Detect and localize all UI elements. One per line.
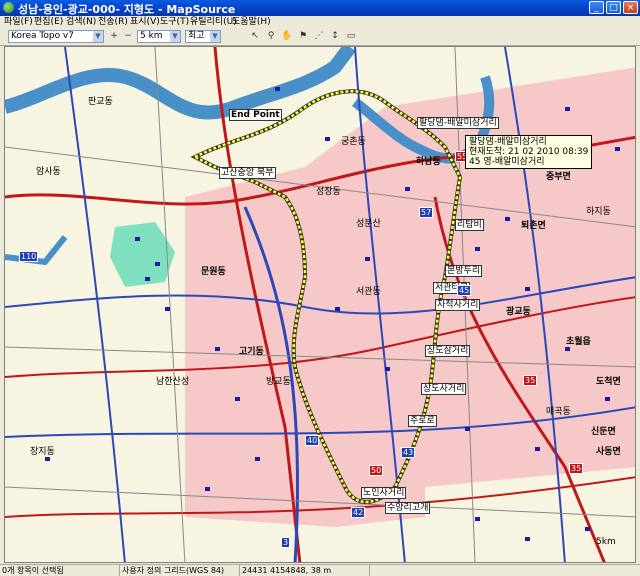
hand-tool-icon[interactable]: ✋ <box>281 30 293 43</box>
scale-value: 5 km <box>140 31 163 41</box>
place-label: 궁촌동 <box>341 137 366 147</box>
menu-help[interactable]: 도움말(H) <box>232 16 271 29</box>
place-label: 성분산 <box>356 219 381 229</box>
end-point-label[interactable]: End Point <box>229 109 282 121</box>
chevron-down-icon: ▼ <box>210 31 220 42</box>
route-label-suyang[interactable]: 수양리고개 <box>385 502 431 514</box>
map-view[interactable]: 팔당댐-배알미삼거리 고산중앙 북부 리탐비 본방두리 서관터교 자적사거리 상… <box>4 46 636 563</box>
place-label: 사동면 <box>596 447 621 457</box>
waypoint-tooltip: 팔당댐-배알미삼거리 현재도착: 21 02 2010 08:39 45 영-배… <box>465 135 593 169</box>
road-shield: 50 <box>369 465 384 476</box>
minimize-button[interactable]: _ <box>589 1 604 14</box>
place-label: 고기동 <box>239 347 264 357</box>
menu-edit[interactable]: 편집(E) <box>34 16 63 29</box>
mapsource-app-icon[interactable] <box>3 2 14 13</box>
label-tool-icon[interactable]: ▭ <box>345 30 357 43</box>
select-tool-icon[interactable]: ↖ <box>249 30 261 43</box>
menu-tools[interactable]: 도구(T) <box>160 16 189 29</box>
status-selection: 0개 항목이 선택됨 <box>0 565 120 576</box>
road-shield: 35 <box>569 463 584 474</box>
place-label: 판교동 <box>88 97 113 107</box>
place-label: 방교동 <box>266 377 291 387</box>
place-label: 장지동 <box>30 447 55 457</box>
route-label-paldang[interactable]: 팔당댐-배알미삼거리 <box>417 117 499 129</box>
maximize-button[interactable]: □ <box>606 1 621 14</box>
close-button[interactable]: × <box>623 1 638 14</box>
route-label-gosan[interactable]: 고산중앙 북부 <box>219 167 276 179</box>
place-label: 중부면 <box>546 172 571 182</box>
status-extra <box>370 565 640 576</box>
detail-value: 최고 <box>188 31 205 41</box>
toolbar: Korea Topo v7 ▼ + − 5 km ▼ 최고 ▼ ↖ ⚲ ✋ ⚑ … <box>0 29 640 46</box>
status-coords: 24431 4154848, 38 m <box>240 565 370 576</box>
road-shield: 3 <box>281 537 291 548</box>
route-label-sangdo-4[interactable]: 상도사거리 <box>421 383 467 395</box>
menu-bar: 파일(F) 편집(E) 검색(N) 전송(R) 표시(V) 도구(T) 유틸리티… <box>0 16 640 30</box>
route-label-noin[interactable]: 노인사거리 <box>361 487 407 499</box>
menu-utilities[interactable]: 유틸리티(U) <box>190 16 237 29</box>
map-product-value: Korea Topo v7 <box>11 31 74 41</box>
road-shield: 110 <box>19 251 39 262</box>
tooltip-line: 현재도착: 21 02 2010 08:39 <box>469 147 589 157</box>
chevron-down-icon: ▼ <box>93 31 103 42</box>
status-grid: 사용자 정의 그리드(WGS 84) <box>120 565 240 576</box>
place-label: 도척면 <box>596 377 621 387</box>
place-label: 문원동 <box>201 267 226 277</box>
route-label-bonbang[interactable]: 본방두리 <box>445 265 483 277</box>
road-shield: 42 <box>351 507 366 518</box>
place-label: 매곡동 <box>546 407 571 417</box>
place-label: 암사동 <box>36 167 61 177</box>
distance-tool-icon[interactable]: ↕ <box>329 30 341 43</box>
route-label-ritambi[interactable]: 리탐비 <box>455 219 484 231</box>
status-bar: 0개 항목이 선택됨 사용자 정의 그리드(WGS 84) 24431 4154… <box>0 564 640 576</box>
place-label: 하남동 <box>416 157 441 167</box>
title-bar[interactable]: 성남-용인-광교-000- 지형도 - MapSource _ □ × <box>0 0 640 16</box>
road-shield: 40 <box>305 435 320 446</box>
road-shield: 43 <box>401 447 416 458</box>
zoom-tool-icon[interactable]: ⚲ <box>265 30 277 43</box>
tooltip-line: 45 영-배알미삼거리 <box>469 157 545 167</box>
detail-select[interactable]: 최고 ▼ <box>185 30 221 43</box>
route-label-sangdo-3[interactable]: 상도삼거리 <box>425 345 471 357</box>
place-label: 성장동 <box>316 187 341 197</box>
place-label: 서관동 <box>356 287 381 297</box>
place-label: 퇴촌면 <box>521 221 546 231</box>
menu-file[interactable]: 파일(F) <box>4 16 33 29</box>
road-shield: 45 <box>457 285 472 296</box>
menu-find[interactable]: 검색(N) <box>66 16 96 29</box>
waypoint-tool-icon[interactable]: ⚑ <box>297 30 309 43</box>
window-title: 성남-용인-광교-000- 지형도 - MapSource <box>18 3 236 16</box>
road-shield: 35 <box>523 375 538 386</box>
mapsource-window: 성남-용인-광교-000- 지형도 - MapSource _ □ × 파일(F… <box>0 0 640 576</box>
place-label: 하지동 <box>586 207 611 217</box>
place-label: 남한산성 <box>156 377 190 387</box>
menu-transfer[interactable]: 전송(R) <box>98 16 128 29</box>
map-product-select[interactable]: Korea Topo v7 ▼ <box>8 30 104 43</box>
route-tool-icon[interactable]: ⋰ <box>313 30 325 43</box>
route-label-jajeok[interactable]: 자적사거리 <box>435 299 481 311</box>
route-label-juro[interactable]: 주로로 <box>408 415 437 427</box>
chevron-down-icon: ▼ <box>170 31 180 42</box>
zoom-in-icon[interactable]: + <box>108 30 120 43</box>
scale-select[interactable]: 5 km ▼ <box>137 30 181 43</box>
scale-note: 5km <box>596 537 616 547</box>
road-shield: 57 <box>419 207 434 218</box>
map-canvas <box>5 47 635 562</box>
place-label: 신둔면 <box>591 427 616 437</box>
zoom-out-icon[interactable]: − <box>122 30 134 43</box>
menu-view[interactable]: 표시(V) <box>130 16 160 29</box>
place-label: 초월읍 <box>566 337 591 347</box>
tooltip-line: 팔당댐-배알미삼거리 <box>469 137 547 147</box>
place-label: 광교동 <box>506 307 531 317</box>
